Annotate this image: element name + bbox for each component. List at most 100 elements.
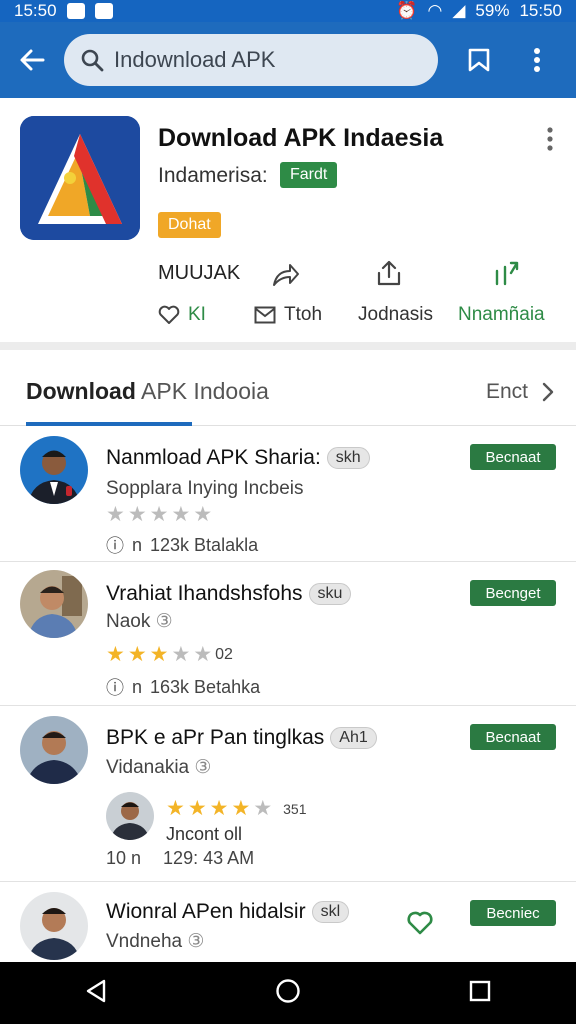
avatar-graphic (20, 892, 88, 960)
item-subtitle: Vndneha ③ (106, 930, 204, 953)
star-icon: ★ (106, 503, 125, 526)
circle-home-icon (276, 978, 300, 1003)
review-meta: 10 n 129: 43 AM (106, 848, 254, 869)
avatar (20, 570, 88, 638)
category-badge: Fardt (280, 162, 338, 188)
share-icon (273, 264, 299, 286)
avatar (20, 716, 88, 784)
section-header: Download APK Indooia Enct (0, 358, 576, 426)
item-subtitle-text: Naok (106, 611, 151, 632)
review-star-rating: ★ ★ ★ ★ ★ 351 (166, 798, 307, 819)
arrow-left-icon (20, 49, 45, 71)
info-icon: ③ (155, 611, 173, 632)
star-icon: ★ (149, 503, 169, 526)
download-count-icon: ⓘ (106, 536, 124, 556)
nav-back-button[interactable] (84, 978, 108, 1009)
list-item[interactable]: Vrahiat Ihandshsfohs sku Naok ③ ★ ★ ★ ★ ★… (0, 562, 576, 706)
install-button[interactable]: Becnaat (470, 444, 556, 470)
status-bar: 15:50 ⏰ ◠ ◢ 59% 15:50 (0, 0, 576, 22)
reviewer-name: Jncont oll (166, 824, 243, 844)
avatar-graphic (20, 716, 88, 784)
star-icon: ★ (209, 797, 229, 820)
item-title-text: BPK e aPr Pan tinglkas (106, 726, 325, 749)
item-tag: sku (308, 583, 352, 606)
status-time: 15:50 (14, 1, 57, 20)
item-subtitle: Vidanakia ③ (106, 756, 211, 779)
star-icon: ★ (231, 797, 251, 820)
section-more-label: Enct (485, 380, 528, 403)
battery-level: 59% (475, 1, 510, 20)
bookmark-button[interactable] (450, 22, 508, 98)
star-icon: ★ (149, 643, 169, 666)
section-more-link[interactable]: Enct (486, 380, 554, 404)
upload-button[interactable] (374, 258, 404, 288)
item-tag: skh (326, 447, 370, 470)
action-trending[interactable]: Nnamñaia (458, 304, 545, 326)
item-title-text: Vrahiat Ihandshsfohs (106, 582, 303, 605)
app-title: Download APK Indaesia (158, 124, 444, 152)
install-button[interactable]: Becniec (470, 900, 556, 926)
item-meta-prefix: n (132, 534, 143, 555)
star-icon: ★ (187, 797, 207, 820)
star-icon: ★ (127, 503, 147, 526)
action-like[interactable]: KI (158, 304, 206, 326)
review-card[interactable]: ★ ★ ★ ★ ★ 351 Jncont oll 10 n 129: 43 AM (106, 792, 526, 874)
star-rating: ★ ★ ★ ★ ★ 02 (106, 644, 233, 665)
reviewer-avatar-graphic (106, 792, 154, 840)
avatar-graphic (20, 570, 88, 638)
status-right-time: 15:50 (519, 1, 562, 20)
mail-icon (254, 306, 276, 324)
item-title: Wionral APen hidalsir skl (106, 900, 350, 924)
item-title: Nanmload APK Sharia: skh (106, 446, 370, 470)
upload-icon (377, 260, 401, 286)
check-icon (66, 3, 85, 19)
app-header-card: Download APK Indaesia Indamerisa: Fardt … (0, 98, 576, 350)
heart-icon (407, 911, 433, 935)
overflow-menu-button[interactable] (508, 22, 566, 98)
install-button[interactable]: Becnget (470, 580, 556, 606)
item-meta-prefix: n (132, 676, 143, 697)
square-recents-icon (470, 980, 491, 1001)
back-button[interactable] (0, 22, 64, 98)
action-label: MUUJAK (158, 262, 241, 284)
item-meta: ⓘ n 163k Betahka (106, 674, 260, 700)
avatar (20, 436, 88, 504)
item-title-text: Wionral APen hidalsir (106, 900, 306, 923)
search-input[interactable]: Indownload APK (64, 34, 438, 86)
app-developer: Indamerisa: (158, 164, 268, 187)
wifi-icon: ◠ (427, 1, 443, 20)
share-button[interactable] (270, 260, 300, 290)
nav-recents-button[interactable] (468, 979, 492, 1008)
item-meta-text: 123k Btalakla (150, 534, 259, 555)
install-button[interactable]: Becnaat (470, 724, 556, 750)
star-icon: ★ (171, 643, 191, 666)
star-icon: ★ (106, 643, 125, 666)
review-meta-text: 129: 43 AM (163, 848, 255, 868)
item-subtitle-text: Vndneha (106, 931, 183, 952)
triangle-back-icon (86, 979, 105, 1002)
status-right: ⏰ ◠ ◢ 59% 15:50 (396, 1, 562, 21)
nav-home-button[interactable] (275, 978, 301, 1009)
status-left: 15:50 (14, 1, 113, 21)
heart-icon (158, 305, 180, 324)
star-icon: ★ (193, 503, 213, 526)
action-message[interactable]: Ttoh (254, 304, 322, 326)
avatar (20, 892, 88, 960)
app-logo[interactable] (20, 116, 140, 240)
download-count-icon: ⓘ (106, 678, 124, 698)
list-item[interactable]: Wionral APen hidalsir skl Vndneha ③ Becni… (0, 882, 576, 962)
rating-badge: Dohat (158, 212, 221, 238)
info-icon: ③ (187, 931, 205, 952)
app-logo-graphic (20, 116, 140, 240)
action-info[interactable]: Jodnasis (358, 304, 433, 326)
app-more-button[interactable] (540, 124, 560, 154)
review-meta-prefix: 10 n (106, 848, 142, 868)
favorite-button[interactable] (406, 910, 434, 941)
more-vertical-icon (534, 48, 540, 72)
trending-button[interactable] (490, 258, 520, 288)
star-icon: ★ (253, 797, 273, 820)
item-meta: ⓘ n 123k Btalakla (106, 532, 258, 558)
item-title: BPK e aPr Pan tinglkas Ah1 (106, 726, 377, 750)
list-item[interactable]: Nanmload APK Sharia: skh Sopplara Inying … (0, 426, 576, 562)
star-rating: ★ ★ ★ ★ ★ (106, 504, 212, 525)
